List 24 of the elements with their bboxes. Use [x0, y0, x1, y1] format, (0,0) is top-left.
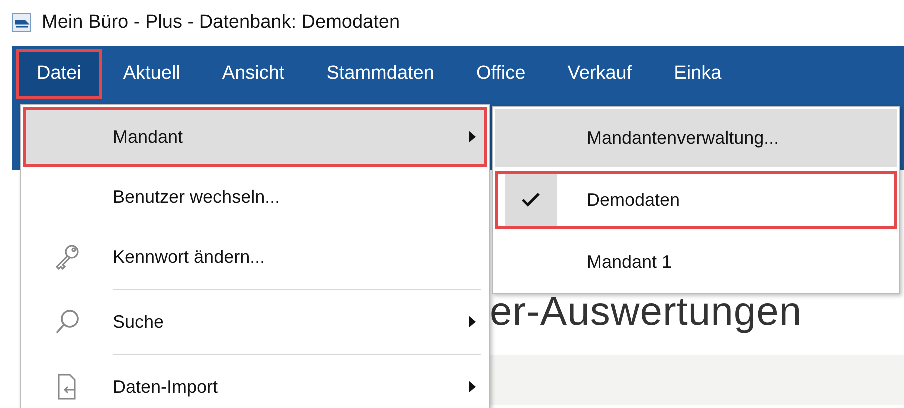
window-title: Mein Büro - Plus - Datenbank: Demodaten [42, 12, 400, 34]
menu-item[interactable]: Benutzer wechseln... [23, 167, 487, 227]
app-icon [12, 13, 32, 33]
menu-bar-item[interactable]: Verkauf [546, 49, 654, 99]
menu-bar-item[interactable]: Stammdaten [306, 49, 456, 99]
menu-item[interactable]: Mandant 1 [495, 233, 897, 291]
submenu-arrow-icon [469, 131, 477, 143]
menu-bar-item[interactable]: Datei [16, 49, 102, 99]
menu-item[interactable]: Mandant [23, 107, 487, 167]
key-icon [54, 243, 82, 271]
menu-item[interactable]: Kennwort ändern... [23, 227, 487, 287]
page-heading: er-Auswertungen [490, 290, 804, 335]
submenu-arrow-icon [469, 316, 477, 328]
menu-bar-item[interactable]: Ansicht [201, 49, 306, 99]
menu-bar-item[interactable]: Aktuell [102, 49, 202, 99]
menu-item[interactable]: Demodaten [495, 171, 897, 229]
menu-bar-item[interactable]: Einka [653, 49, 743, 99]
menu-bar-item[interactable]: Office [455, 49, 547, 99]
menu-item[interactable]: Suche [23, 292, 487, 352]
menu-item[interactable]: Daten-Import [23, 357, 487, 408]
menu-item[interactable]: Mandantenverwaltung... [495, 109, 897, 167]
search-icon [54, 308, 82, 336]
submenu-arrow-icon [469, 381, 477, 393]
checkmark-icon [522, 193, 540, 207]
